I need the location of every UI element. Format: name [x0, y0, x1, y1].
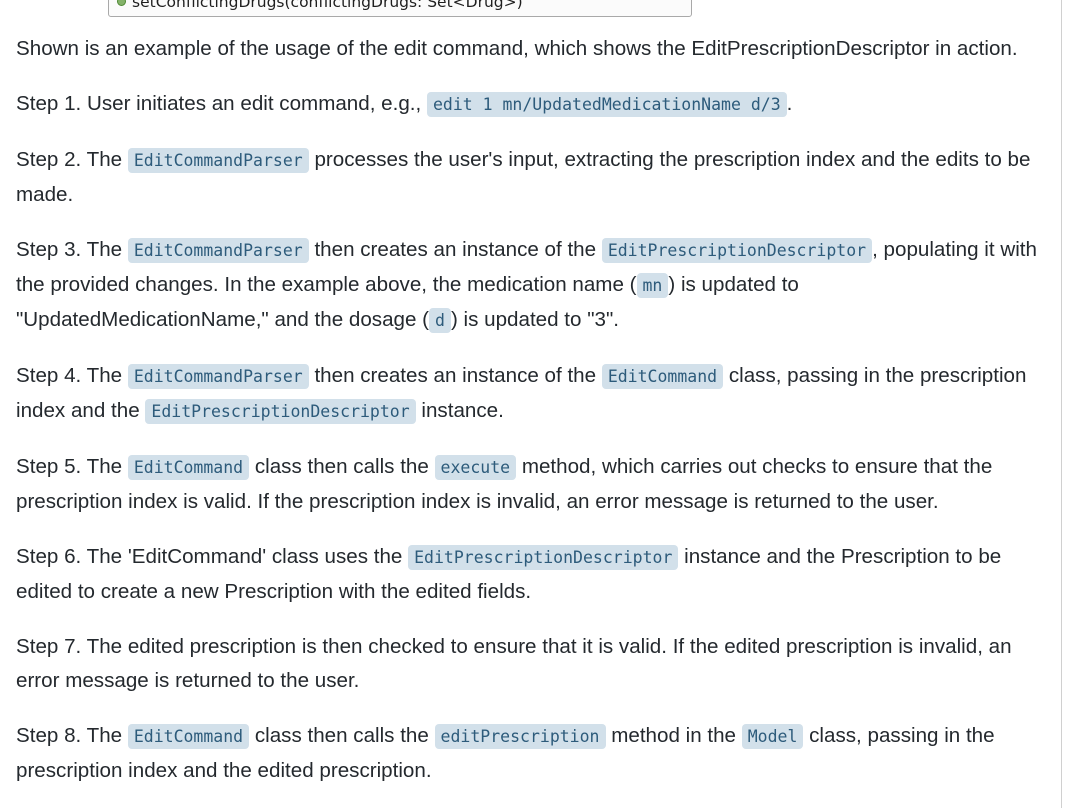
step-1-text-end: . [786, 92, 793, 115]
edit-prescription-descriptor-code: EditPrescriptionDescriptor [601, 238, 873, 263]
step-6-paragraph: Step 6. The 'EditCommand' class uses the… [16, 540, 1052, 609]
edit-command-parser-code: EditCommandParser [127, 148, 309, 173]
edit-command-example-code: edit 1 mn/UpdatedMedicationName d/3 [426, 92, 787, 117]
step-5-text: class then calls the [249, 455, 435, 478]
edit-prescription-descriptor-code: EditPrescriptionDescriptor [145, 399, 416, 424]
step-4-text: then creates an instance of the [308, 364, 602, 387]
edit-prescription-method-code: editPrescription [434, 724, 606, 749]
step-8-text: method in the [605, 724, 742, 747]
execute-method-code: execute [434, 455, 517, 480]
mn-prefix-code: mn [636, 273, 669, 298]
step-3-text: Step 3. The [16, 238, 128, 261]
uml-method-row: setConflictingDrugs(conflictingDrugs: Se… [117, 0, 523, 11]
step-3-paragraph: Step 3. The EditCommandParser then creat… [16, 233, 1052, 338]
step-2-text: Step 2. The [16, 148, 128, 171]
step-5-text: Step 5. The [16, 455, 128, 478]
step-1-text: Step 1. User initiates an edit command, … [16, 92, 427, 115]
step-8-text: class then calls the [249, 724, 435, 747]
step-8-paragraph: Step 8. The EditCommand class then calls… [16, 719, 1052, 788]
uml-class-box: setConflictingDrugs(conflictingDrugs: Se… [108, 0, 692, 17]
step-3-text-end: ) is updated to "3". [450, 308, 619, 331]
intro-paragraph: Shown is an example of the usage of the … [16, 37, 1018, 60]
model-class-code: Model [741, 724, 804, 749]
edit-command-code: EditCommand [601, 364, 724, 389]
edit-command-code: EditCommand [127, 724, 250, 749]
step-8-text: Step 8. The [16, 724, 128, 747]
edit-prescription-descriptor-code: EditPrescriptionDescriptor [408, 545, 679, 570]
edit-command-parser-code: EditCommandParser [127, 364, 309, 389]
article-content: Shown is an example of the usage of the … [16, 32, 1052, 808]
step-3-text: then creates an instance of the [308, 238, 602, 261]
step-1-paragraph: Step 1. User initiates an edit command, … [16, 87, 1052, 122]
step-2-paragraph: Step 2. The EditCommandParser processes … [16, 143, 1052, 212]
scrollbar-track[interactable] [1061, 0, 1062, 808]
edit-command-parser-code: EditCommandParser [127, 238, 309, 263]
step-4-text: Step 4. The [16, 364, 128, 387]
step-4-text-end: instance. [415, 399, 504, 422]
edit-command-code: EditCommand [127, 455, 250, 480]
step-7-paragraph: Step 7. The edited prescription is then … [16, 635, 1012, 692]
step-5-paragraph: Step 5. The EditCommand class then calls… [16, 450, 1052, 519]
step-6-text: Step 6. The 'EditCommand' class uses the [16, 545, 409, 568]
step-4-paragraph: Step 4. The EditCommandParser then creat… [16, 359, 1052, 429]
uml-method-text: setConflictingDrugs(conflictingDrugs: Se… [132, 0, 523, 11]
public-method-icon [117, 0, 126, 6]
d-prefix-code: d [429, 308, 451, 333]
